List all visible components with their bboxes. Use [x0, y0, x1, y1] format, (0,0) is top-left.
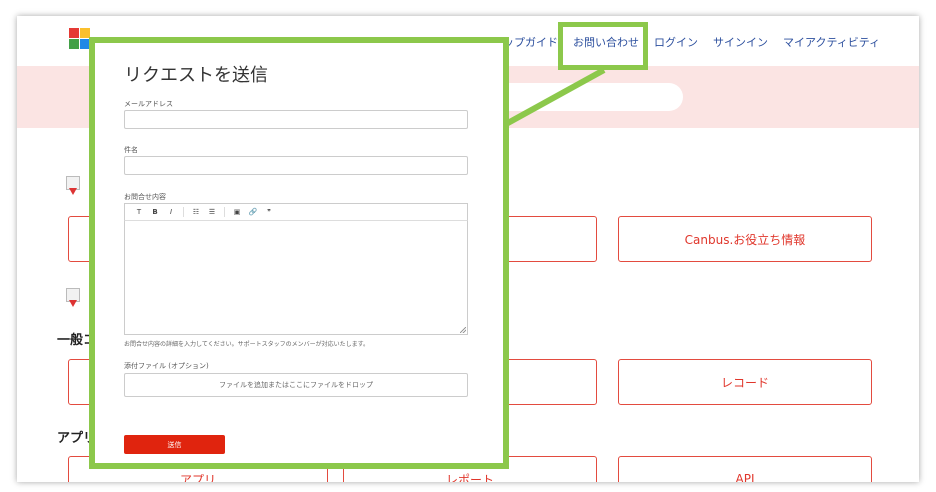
attachment-label: 添付ファイル (オプション)	[124, 362, 209, 370]
body-label: お問合せ内容	[124, 193, 166, 201]
text-style-icon[interactable]: T	[131, 208, 147, 216]
file-dropzone[interactable]: ファイルを追加またはここにファイルをドロップ	[124, 373, 468, 397]
editor-toolbar: T B I ☷ ☰ ▣ 🔗 ❞	[124, 203, 468, 221]
bullet-list-icon[interactable]: ☷	[188, 208, 204, 216]
link-icon[interactable]: 🔗	[245, 208, 261, 216]
subject-label: 件名	[124, 146, 138, 154]
email-label: メールアドレス	[124, 100, 173, 108]
bold-icon[interactable]: B	[147, 208, 163, 216]
subject-field[interactable]	[124, 156, 468, 175]
quote-icon[interactable]: ❞	[261, 208, 277, 216]
modal-title: リクエストを送信	[124, 65, 268, 86]
body-help-text: お問合せ内容の詳細を入力してください。サポートスタッフのメンバーが対応いたします…	[124, 341, 370, 348]
request-form-modal: リクエストを送信 メールアドレス 件名 お問合せ内容 T B I ☷ ☰ ▣ 🔗…	[89, 37, 509, 469]
numbered-list-icon[interactable]: ☰	[204, 208, 220, 216]
image-icon[interactable]: ▣	[229, 208, 245, 216]
toolbar-divider	[224, 207, 225, 217]
toolbar-divider	[183, 207, 184, 217]
body-editor[interactable]	[124, 221, 468, 335]
email-field[interactable]	[124, 110, 468, 129]
italic-icon[interactable]: I	[163, 208, 179, 216]
resize-handle-icon[interactable]	[460, 327, 466, 333]
send-button[interactable]: 送信	[124, 435, 225, 454]
